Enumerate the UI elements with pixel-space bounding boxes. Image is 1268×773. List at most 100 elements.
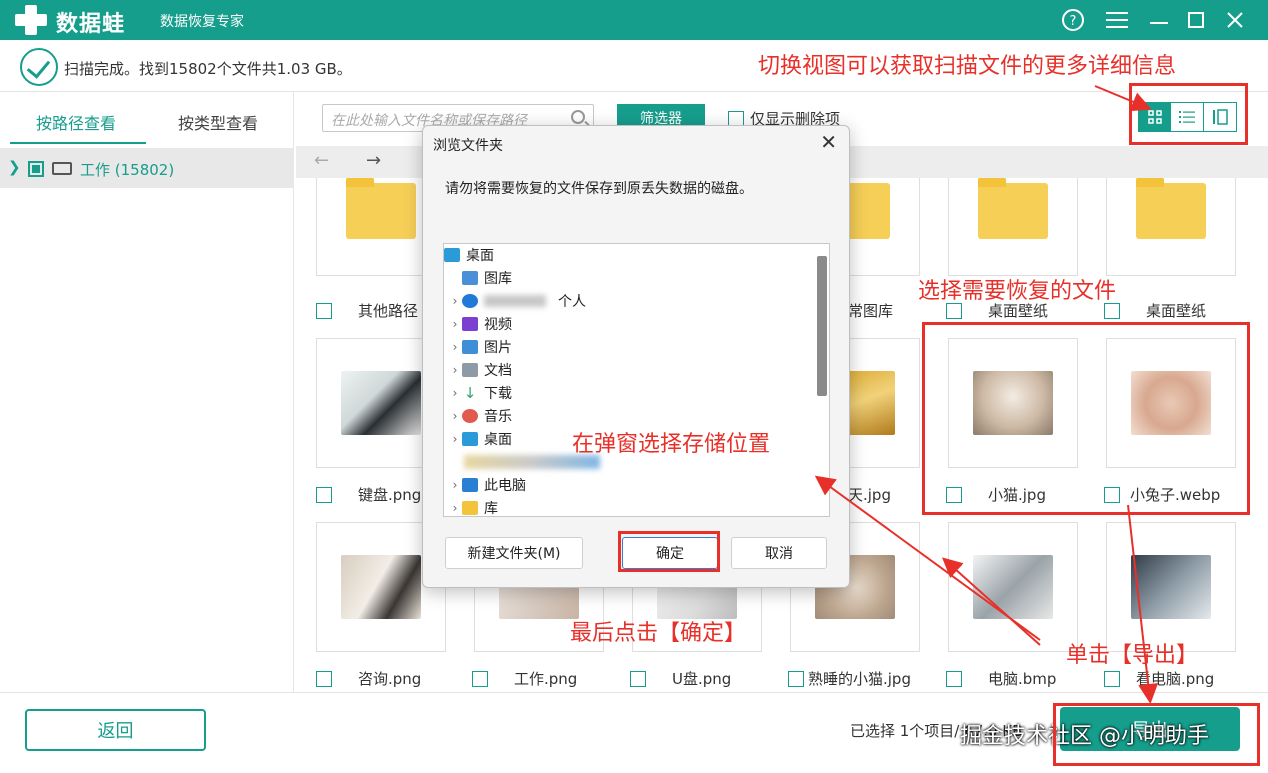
forward-arrow-icon[interactable]: →	[366, 150, 381, 171]
chevron-right-icon[interactable]: ❯	[8, 158, 21, 176]
file-checkbox[interactable]	[630, 670, 646, 687]
annotation-select-files: 选择需要恢复的文件	[918, 279, 1117, 304]
folder-item-this-pc[interactable]: › 此电脑	[448, 474, 526, 496]
file-name: 看电脑.png	[1136, 670, 1215, 688]
annotation-switch-view: 切换视图可以获取扫描文件的更多详细信息	[758, 54, 1177, 79]
browse-folder-dialog: 浏览文件夹 ✕ 请勿将需要恢复的文件保存到原丢失数据的磁盘。 桌面 图库 › 个人…	[422, 125, 850, 588]
file-item[interactable]: 其他路径	[316, 300, 418, 321]
chevron-right-icon[interactable]: ›	[448, 294, 462, 308]
folder-item-gallery[interactable]: 图库	[462, 267, 512, 289]
chevron-right-icon[interactable]: ›	[448, 478, 462, 492]
folder-icon	[978, 178, 1048, 239]
file-card[interactable]	[948, 178, 1078, 276]
file-item[interactable]: 工作.png	[472, 668, 577, 689]
file-name: 其他路径	[358, 302, 419, 320]
file-name: 常图库	[848, 302, 894, 320]
file-card[interactable]	[948, 522, 1078, 652]
folder-item-music[interactable]: › 音乐	[448, 405, 512, 427]
chevron-right-icon[interactable]: ›	[448, 409, 462, 423]
file-item[interactable]: 熟睡的小猫.jpg	[788, 668, 911, 689]
file-item[interactable]: 天.jpg	[848, 484, 891, 505]
help-icon[interactable]: ?	[1060, 7, 1086, 33]
desktop-icon	[462, 432, 478, 446]
file-checkbox[interactable]	[946, 670, 962, 687]
folder-item-desktop[interactable]: 桌面	[444, 244, 494, 266]
file-name: 熟睡的小猫.jpg	[808, 670, 911, 688]
file-card[interactable]	[1106, 522, 1236, 652]
chevron-right-icon[interactable]: ›	[448, 340, 462, 354]
folder-item-videos[interactable]: › 视频	[448, 313, 512, 335]
videos-icon	[462, 317, 478, 331]
annotation-box-ok	[618, 531, 720, 572]
keyboard-thumbnail	[341, 371, 421, 435]
close-icon[interactable]: ✕	[820, 130, 837, 154]
cancel-button[interactable]: 取消	[731, 537, 827, 569]
chevron-right-icon[interactable]: ›	[448, 317, 462, 331]
tree-checkbox[interactable]	[28, 161, 44, 177]
chevron-right-icon[interactable]: ›	[448, 501, 462, 515]
file-checkbox[interactable]	[316, 302, 332, 319]
folder-item-desktop-2[interactable]: › 桌面	[448, 428, 512, 450]
check-circle-icon	[20, 48, 58, 86]
folder-item-library[interactable]: › 库	[448, 497, 498, 516]
tab-by-path[interactable]: 按路径查看	[36, 110, 116, 134]
file-item[interactable]: 键盘.png	[316, 484, 421, 505]
file-item[interactable]: 电脑.bmp	[946, 668, 1056, 689]
new-folder-button[interactable]: 新建文件夹(M)	[445, 537, 583, 569]
downloads-icon: ↓	[463, 384, 477, 402]
chevron-right-icon[interactable]: ›	[448, 432, 462, 446]
file-checkbox[interactable]	[788, 670, 804, 687]
watch-computer-thumbnail	[1131, 555, 1211, 619]
tab-by-type[interactable]: 按类型查看	[178, 110, 258, 134]
documents-icon	[462, 363, 478, 377]
file-name: U盘.png	[672, 670, 732, 688]
tree-item-work[interactable]: ❯ 工作 (15802)	[0, 148, 294, 188]
chevron-right-icon[interactable]: ›	[448, 363, 462, 377]
folder-item-pictures[interactable]: › 图片	[448, 336, 512, 358]
file-card[interactable]	[1106, 178, 1236, 276]
annotation-box-view	[1129, 83, 1248, 145]
file-checkbox[interactable]	[472, 670, 488, 687]
file-name: 键盘.png	[358, 486, 422, 504]
folder-icon	[1136, 178, 1206, 239]
active-tab-indicator	[10, 142, 146, 144]
left-panel: 按路径查看 按类型查看 ❯ 工作 (15802)	[0, 92, 294, 692]
back-arrow-icon[interactable]: ←	[314, 150, 329, 171]
folder-item-downloads[interactable]: › ↓ 下载	[448, 382, 512, 404]
menu-icon[interactable]	[1104, 7, 1130, 33]
pictures-icon	[462, 340, 478, 354]
file-item[interactable]: 咨询.png	[316, 668, 421, 689]
file-name: 咨询.png	[358, 670, 422, 688]
file-item[interactable]: 桌面壁纸	[1104, 300, 1206, 321]
file-item[interactable]: 看电脑.png	[1104, 668, 1214, 689]
redacted-text	[484, 295, 546, 307]
gallery-icon	[462, 271, 478, 285]
file-checkbox[interactable]	[1104, 670, 1120, 687]
file-checkbox[interactable]	[316, 670, 332, 687]
folder-item-documents[interactable]: › 文档	[448, 359, 512, 381]
annotation-click-ok: 最后点击【确定】	[570, 621, 747, 646]
close-icon[interactable]	[1222, 7, 1248, 33]
file-item[interactable]: U盘.png	[630, 668, 731, 689]
minimize-icon[interactable]	[1146, 7, 1172, 33]
app-subtitle: 数据恢复专家	[160, 14, 244, 30]
annotation-box-files	[922, 322, 1250, 515]
onedrive-icon	[462, 294, 478, 308]
chevron-right-icon[interactable]: ›	[448, 386, 462, 400]
scrollbar-thumb[interactable]	[817, 256, 827, 396]
folder-item-personal[interactable]: › 个人	[448, 290, 586, 312]
maximize-icon[interactable]	[1183, 7, 1209, 33]
computer-thumbnail	[973, 555, 1053, 619]
drive-icon	[52, 162, 72, 175]
file-item[interactable]: 常图库	[848, 300, 893, 321]
back-button[interactable]: 返回	[25, 709, 206, 751]
file-checkbox[interactable]	[316, 486, 332, 503]
annotation-click-export: 单击【导出】	[1066, 643, 1199, 668]
search-icon[interactable]	[571, 110, 585, 124]
annotation-box-export	[1053, 703, 1260, 766]
folder-tree[interactable]: 桌面 图库 › 个人 › 视频 › 图片 › 文档 › ↓ 下载 › 音乐 › 桌面 › 此电脑 …	[443, 243, 830, 517]
annotation-choose-location: 在弹窗选择存储位置	[572, 432, 771, 457]
file-name: 电脑.bmp	[988, 670, 1057, 688]
file-name: 工作.png	[514, 670, 578, 688]
scan-status-text: 扫描完成。找到15802个文件共1.03 GB。	[64, 60, 352, 78]
